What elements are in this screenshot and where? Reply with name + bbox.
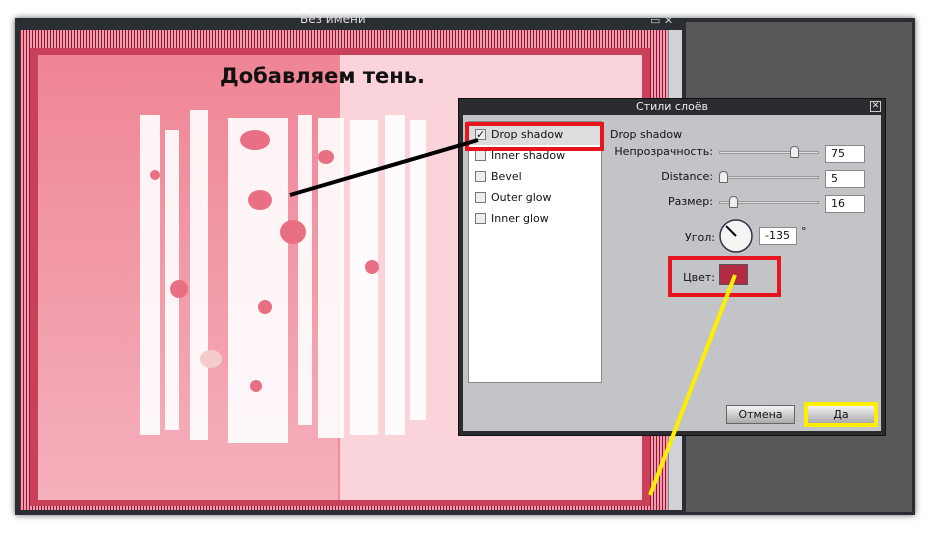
angle-dial[interactable]	[718, 218, 754, 254]
opacity-slider[interactable]	[719, 151, 819, 154]
distance-label: Distance:	[661, 170, 713, 183]
size-slider-thumb[interactable]	[729, 196, 738, 208]
highlight-ok	[804, 402, 878, 427]
angle-unit: °	[801, 225, 807, 238]
checkbox-icon[interactable]	[475, 171, 486, 182]
restore-icon[interactable]: ▭	[650, 14, 660, 27]
checkbox-icon[interactable]	[475, 192, 486, 203]
opacity-slider-thumb[interactable]	[790, 146, 799, 158]
close-icon[interactable]: ✕	[870, 101, 881, 112]
angle-input[interactable]: -135	[759, 227, 797, 245]
artwork-left-panel	[38, 55, 338, 500]
distance-slider[interactable]	[719, 176, 819, 179]
window-controls[interactable]: ▭ ✕	[650, 14, 673, 27]
window-title: Без имени	[300, 12, 366, 26]
close-icon[interactable]: ✕	[664, 14, 673, 27]
effect-item-bevel[interactable]: Bevel	[469, 166, 601, 187]
distance-slider-thumb[interactable]	[719, 171, 728, 183]
section-title: Drop shadow	[610, 128, 683, 141]
effect-label: Bevel	[491, 170, 522, 183]
effect-item-outer-glow[interactable]: Outer glow	[469, 187, 601, 208]
tutorial-heading: Добавляем тень.	[220, 64, 426, 88]
effects-list: ✓ Drop shadow Inner shadow Bevel Outer gl…	[468, 121, 602, 383]
dialog-title: Стили слоёв	[636, 100, 708, 113]
opacity-label: Непрозрачность:	[614, 145, 713, 158]
size-input[interactable]: 16	[825, 195, 865, 213]
effect-item-inner-glow[interactable]: Inner glow	[469, 208, 601, 229]
opacity-input[interactable]: 75	[825, 145, 865, 163]
checkbox-icon[interactable]	[475, 150, 486, 161]
cancel-button[interactable]: Отмена	[726, 405, 795, 424]
angle-label: Угол:	[685, 231, 715, 244]
dialog-body: ✓ Drop shadow Inner shadow Bevel Outer gl…	[463, 115, 881, 431]
checkbox-icon[interactable]	[475, 213, 486, 224]
layer-styles-dialog: Стили слоёв ✕ ✓ Drop shadow Inner shadow …	[458, 98, 886, 436]
distance-input[interactable]: 5	[825, 170, 865, 188]
highlight-drop-shadow	[465, 122, 604, 151]
size-label: Размер:	[668, 195, 713, 208]
effect-label: Inner glow	[491, 212, 549, 225]
highlight-color	[668, 256, 781, 297]
effect-label: Outer glow	[491, 191, 552, 204]
